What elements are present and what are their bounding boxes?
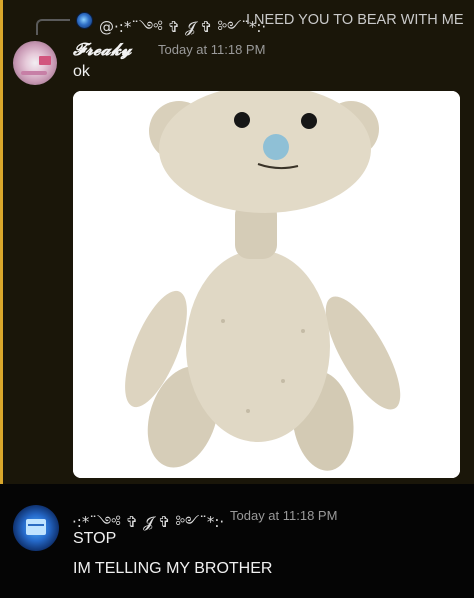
- avatar-card: [26, 519, 46, 535]
- chat-view: @·:*¨༺ ✞ 𝓙 ✞ ༻¨*:· I NEED YOU TO BEAR WI…: [0, 0, 474, 598]
- teddy-bear-image: [73, 91, 460, 478]
- message-timestamp: Today at 11:18 PM: [158, 42, 266, 57]
- avatar-stripe: [21, 71, 47, 75]
- highlighted-message: @·:*¨༺ ✞ 𝓙 ✞ ༻¨*:· I NEED YOU TO BEAR WI…: [0, 0, 474, 484]
- avatar-badge: [39, 56, 51, 65]
- avatar[interactable]: [13, 41, 57, 85]
- mention-accent-bar: [0, 0, 3, 484]
- reply-avatar[interactable]: [76, 12, 93, 29]
- message-author[interactable]: 𝓕𝓻𝓮𝓪𝓴𝔂: [73, 40, 132, 60]
- reply-preview-text[interactable]: I NEED YOU TO BEAR WITH ME: [246, 12, 464, 28]
- message-timestamp: Today at 11:18 PM: [230, 508, 338, 523]
- image-attachment[interactable]: [73, 91, 460, 478]
- message-text-line: STOP: [73, 530, 117, 547]
- avatar-card-line: [28, 524, 44, 526]
- message-text: ok: [73, 63, 90, 80]
- reply-connector: [36, 19, 70, 35]
- message-text-line: IM TELLING MY BROTHER: [73, 560, 273, 577]
- avatar[interactable]: [13, 505, 59, 551]
